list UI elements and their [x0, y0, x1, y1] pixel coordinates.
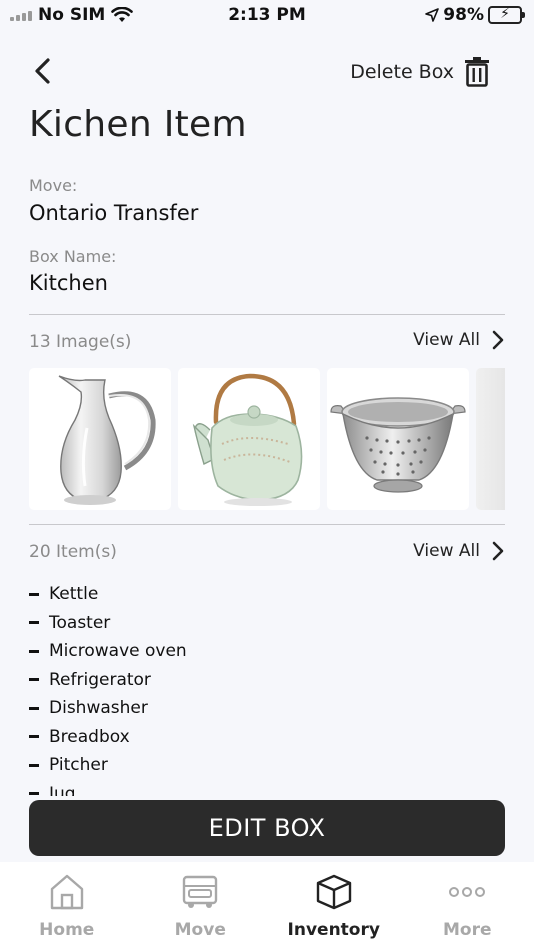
- item-name: Refrigerator: [49, 669, 151, 690]
- tab-label: Home: [39, 920, 95, 940]
- dash-bullet: [29, 706, 39, 710]
- steel-colander-image: [330, 397, 466, 493]
- inventory-box-detail-screen: No SIM 2:13 PM 98% ⚡ Delete Box Kichen I…: [0, 0, 534, 950]
- chevron-right-icon: [492, 541, 504, 561]
- tab-more[interactable]: More: [401, 862, 534, 950]
- list-item: Dishwasher: [29, 694, 505, 723]
- delete-box-button[interactable]: Delete Box: [350, 55, 490, 89]
- view-all-items-button[interactable]: View All: [413, 541, 504, 561]
- dash-bullet: [29, 621, 39, 625]
- tab-label: More: [442, 920, 492, 940]
- status-right: 98% ⚡: [425, 5, 525, 25]
- home-icon: [47, 872, 87, 912]
- battery-icon: ⚡: [488, 6, 525, 24]
- pitcher-thumbnail[interactable]: [29, 368, 171, 510]
- move-label: Move:: [29, 176, 78, 195]
- status-bar: No SIM 2:13 PM 98% ⚡: [0, 0, 534, 30]
- image-gallery[interactable]: [29, 368, 505, 510]
- back-button[interactable]: [28, 55, 58, 87]
- charging-bolt-icon: ⚡: [500, 6, 510, 22]
- tab-move[interactable]: Move: [134, 862, 268, 950]
- divider: [29, 524, 505, 525]
- view-all-label: View All: [413, 330, 480, 350]
- list-item: Toaster: [29, 609, 505, 638]
- list-item: Kettle: [29, 580, 505, 609]
- item-list: Kettle Toaster Microwave oven Refrigerat…: [29, 580, 505, 796]
- ceramic-teapot-image: [192, 373, 303, 506]
- chevron-right-icon: [492, 330, 504, 350]
- dash-bullet: [29, 763, 39, 767]
- tab-label: Move: [174, 920, 226, 940]
- colander-thumbnail[interactable]: [327, 368, 469, 510]
- box-icon: [314, 872, 354, 912]
- delete-box-label: Delete Box: [350, 61, 454, 83]
- items-count-label: 20 Item(s): [29, 542, 117, 562]
- view-all-images-button[interactable]: View All: [413, 330, 504, 350]
- move-value: Ontario Transfer: [29, 201, 199, 225]
- list-item: Microwave oven: [29, 637, 505, 666]
- item-name: Dishwasher: [49, 698, 148, 719]
- list-item: Jug: [29, 780, 505, 796]
- item-name: Jug: [49, 783, 76, 796]
- tab-label: Inventory: [287, 920, 380, 940]
- truck-icon: [180, 872, 220, 912]
- item-name: Kettle: [49, 584, 99, 605]
- dash-bullet: [29, 649, 39, 653]
- tab-home[interactable]: Home: [0, 862, 134, 950]
- dash-bullet: [29, 792, 39, 796]
- images-count-label: 13 Image(s): [29, 332, 132, 352]
- battery-percent: 98%: [443, 5, 484, 25]
- page-title: Kichen Item: [29, 104, 247, 145]
- tab-bar: Home Move Inventory More: [0, 862, 534, 950]
- item-name: Breadbox: [49, 726, 130, 747]
- more-icon: [447, 872, 487, 912]
- box-name-value: Kitchen: [29, 271, 108, 295]
- trash-icon: [465, 57, 489, 87]
- list-item: Refrigerator: [29, 666, 505, 695]
- item-name: Microwave oven: [49, 641, 187, 662]
- divider: [29, 314, 505, 315]
- item-name: Pitcher: [49, 755, 108, 776]
- dash-bullet: [29, 735, 39, 739]
- view-all-label: View All: [413, 541, 480, 561]
- location-arrow-icon: [425, 8, 440, 22]
- list-item: Breadbox: [29, 723, 505, 752]
- box-name-label: Box Name:: [29, 247, 117, 266]
- glass-pitcher-image: [58, 375, 156, 505]
- edit-box-button[interactable]: EDIT BOX: [29, 800, 505, 856]
- dash-bullet: [29, 592, 39, 596]
- tab-inventory[interactable]: Inventory: [267, 862, 401, 950]
- list-item: Pitcher: [29, 751, 505, 780]
- chevron-left-icon: [35, 58, 50, 84]
- partial-thumbnail[interactable]: [476, 368, 505, 510]
- teapot-thumbnail[interactable]: [178, 368, 320, 510]
- dash-bullet: [29, 678, 39, 682]
- item-name: Toaster: [49, 612, 111, 633]
